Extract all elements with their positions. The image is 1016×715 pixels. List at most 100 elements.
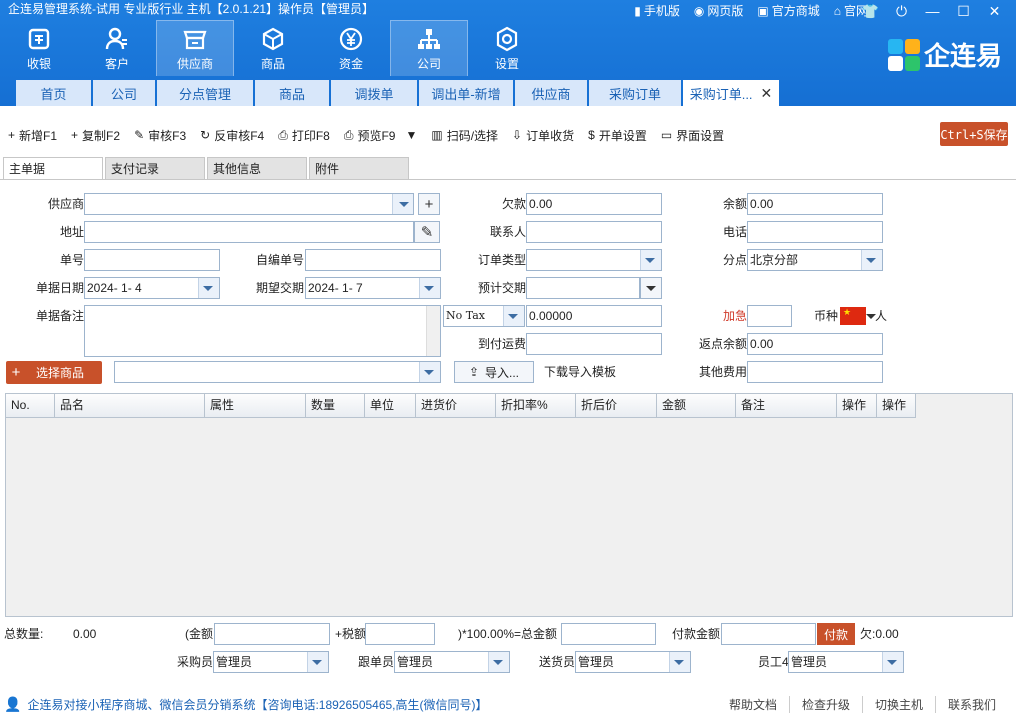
column-header[interactable]: 品名 xyxy=(55,394,205,418)
tab-purchase-order[interactable]: 采购订单 xyxy=(589,80,681,106)
tax-amount-input[interactable] xyxy=(365,623,435,645)
column-header[interactable]: 折后价 xyxy=(576,394,657,418)
tab-supplier[interactable]: 供应商 xyxy=(515,80,587,106)
module-cashier[interactable]: 收银 xyxy=(0,20,78,76)
column-header[interactable]: No. xyxy=(6,394,55,418)
subtab-other[interactable]: 其他信息 xyxy=(207,157,307,179)
column-header[interactable]: 金额 xyxy=(657,394,736,418)
supplier-select[interactable] xyxy=(84,193,414,215)
subtab-divider xyxy=(0,179,1016,180)
tax-rate-input[interactable]: 0.00000 xyxy=(526,305,662,327)
close-icon[interactable]: ✕ xyxy=(979,0,1010,22)
web-link[interactable]: ◉ 网页版 xyxy=(694,2,744,19)
module-funds[interactable]: 资金 xyxy=(312,20,390,76)
address-input[interactable] xyxy=(84,221,414,243)
mobile-link[interactable]: ▮ 手机版 xyxy=(634,2,680,19)
add-supplier-button[interactable]: + xyxy=(418,193,440,215)
new-button[interactable]: + 新增F1 xyxy=(8,127,57,144)
module-customer[interactable]: 客户 xyxy=(78,20,156,76)
tab-goods[interactable]: 商品 xyxy=(255,80,329,106)
tab-transfer[interactable]: 调拨单 xyxy=(331,80,417,106)
copy-button[interactable]: + 复制F2 xyxy=(71,127,120,144)
select-goods-button[interactable]: + 选择商品 xyxy=(6,361,102,384)
maximize-icon[interactable]: ☐ xyxy=(948,0,979,22)
sub-tabs: 主单据 支付记录 其他信息 附件 xyxy=(3,157,409,179)
column-header[interactable]: 数量 xyxy=(306,394,365,418)
settings-icon xyxy=(496,26,518,52)
remark-label: 单据备注 xyxy=(35,309,84,323)
column-header[interactable]: 操作 xyxy=(877,394,916,418)
store-link[interactable]: ▣ 官方商城 xyxy=(757,2,819,19)
help-doc-link[interactable]: 帮助文档 xyxy=(717,696,789,713)
print-button[interactable]: ⎙ 打印F8 xyxy=(278,127,330,144)
other-fee-input[interactable] xyxy=(747,361,883,383)
window-title: 企连易管理系统-试用 专业版行业 主机【2.0.1.21】操作员【管理员】 xyxy=(8,2,375,16)
caret-down-icon: ▼ xyxy=(405,128,418,142)
download-template-link[interactable]: 下载导入模板 xyxy=(544,362,616,382)
column-header[interactable]: 进货价 xyxy=(416,394,496,418)
tab-home[interactable]: 首页 xyxy=(16,80,91,106)
save-button[interactable]: Ctrl+S保存 xyxy=(940,122,1008,146)
branch-select[interactable]: 北京分部 xyxy=(747,249,883,271)
freight-input[interactable] xyxy=(526,333,662,355)
pay-amount-input[interactable] xyxy=(721,623,816,645)
contact-us-link[interactable]: 联系我们 xyxy=(934,696,1008,713)
column-header[interactable]: 属性 xyxy=(205,394,306,418)
balance-input[interactable]: 0.00 xyxy=(747,193,883,215)
ordertype-select[interactable] xyxy=(526,249,662,271)
expected-date-picker[interactable]: 2024- 1- 7 xyxy=(305,277,441,299)
skin-icon[interactable]: 👕 xyxy=(855,0,886,22)
refresh-icon: ↻ xyxy=(200,128,211,142)
module-settings[interactable]: 设置 xyxy=(468,20,546,76)
tab-branch[interactable]: 分点管理 xyxy=(157,80,253,106)
power-icon[interactable]: ⏻ xyxy=(886,0,917,22)
goods-table[interactable]: No. 品名 属性 数量 单位 进货价 折扣率% 折后价 金额 备注 操作 操作 xyxy=(5,393,1013,617)
order-settings-button[interactable]: $ 开单设置 xyxy=(588,127,647,144)
scan-button[interactable]: ▥ 扫码/选择 xyxy=(431,127,498,144)
module-goods[interactable]: 商品 xyxy=(234,20,312,76)
receive-button[interactable]: ⇩ 订单收货 xyxy=(512,127,574,144)
module-company[interactable]: 公司 xyxy=(390,20,468,76)
selfno-input[interactable] xyxy=(305,249,441,271)
tab-close-icon[interactable]: ✕ xyxy=(761,85,773,102)
estimate-dropdown-button[interactable] xyxy=(640,277,662,299)
column-header[interactable]: 备注 xyxy=(736,394,837,418)
remark-textarea[interactable] xyxy=(84,305,441,357)
remark-scrollbar[interactable] xyxy=(426,306,440,356)
estimate-input[interactable] xyxy=(526,277,640,299)
amount-input[interactable] xyxy=(214,623,330,645)
phone-input[interactable] xyxy=(747,221,883,243)
rebate-input[interactable]: 0.00 xyxy=(747,333,883,355)
pay-button[interactable]: 付款 xyxy=(817,623,855,645)
date-picker[interactable]: 2024- 1- 4 xyxy=(84,277,220,299)
subtab-payments[interactable]: 支付记录 xyxy=(105,157,205,179)
column-header[interactable]: 单位 xyxy=(365,394,416,418)
switch-host-link[interactable]: 切换主机 xyxy=(861,696,935,713)
contact-input[interactable] xyxy=(526,221,662,243)
column-header[interactable]: 折扣率% xyxy=(496,394,576,418)
check-update-link[interactable]: 检查升级 xyxy=(788,696,862,713)
tab-company[interactable]: 公司 xyxy=(93,80,155,106)
tab-purchase-order-current[interactable]: 采购订单... ✕ xyxy=(683,80,779,106)
preview-button[interactable]: ⎙ 预览F9 ▼ xyxy=(344,127,418,144)
plus-icon: + xyxy=(8,128,16,142)
import-button[interactable]: ⇪ 导入... xyxy=(454,361,534,383)
total-amount-input[interactable] xyxy=(561,623,656,645)
subtab-main[interactable]: 主单据 xyxy=(3,157,103,179)
china-flag-icon[interactable]: ★ xyxy=(840,307,866,325)
promo-link[interactable]: 👤 企连易对接小程序商城、微信会员分销系统【咨询电话:18926505465,高… xyxy=(4,696,488,713)
column-header[interactable]: 操作 xyxy=(837,394,877,418)
subtab-attachments[interactable]: 附件 xyxy=(309,157,409,179)
edit-address-button[interactable]: ✎ xyxy=(414,221,440,243)
minimize-icon[interactable]: — xyxy=(917,0,948,22)
audit-button[interactable]: ✎ 审核F3 xyxy=(134,127,186,144)
goods-search-select[interactable] xyxy=(114,361,441,383)
unaudit-button[interactable]: ↻ 反审核F4 xyxy=(200,127,264,144)
urgent-input[interactable] xyxy=(747,305,792,327)
owed-input[interactable]: 0.00 xyxy=(526,193,662,215)
docno-input[interactable] xyxy=(84,249,220,271)
tab-transfer-out-new[interactable]: 调出单-新增 xyxy=(419,80,513,106)
ui-settings-button[interactable]: ▭ 界面设置 xyxy=(661,127,724,144)
follower-label: 跟单员 xyxy=(358,655,395,669)
module-supplier[interactable]: 供应商 xyxy=(156,20,234,76)
